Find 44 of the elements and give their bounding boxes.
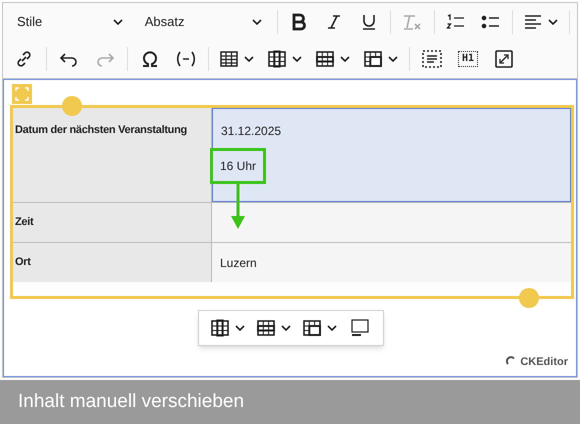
caption-text: Inhalt manuell verschieben bbox=[18, 390, 244, 414]
table-properties-icon bbox=[350, 319, 370, 337]
arrow-down bbox=[231, 182, 245, 230]
heading-button[interactable]: H1 bbox=[458, 51, 478, 67]
cell-text: Luzern bbox=[220, 254, 258, 272]
style-dropdown[interactable]: Absatz bbox=[134, 7, 272, 37]
table-cell[interactable]: 31.12.2025 16 Uhr bbox=[212, 108, 571, 202]
fullscreen-icon bbox=[494, 50, 514, 68]
merge-cells-icon bbox=[364, 50, 382, 68]
bold-icon bbox=[290, 13, 308, 31]
table-header-cell[interactable]: Zeit bbox=[13, 203, 212, 242]
style-dropdown[interactable]: Stile bbox=[7, 7, 133, 37]
caret-icon bbox=[244, 56, 254, 62]
caret-icon bbox=[281, 325, 291, 331]
show-blocks-icon bbox=[422, 50, 442, 68]
link-icon bbox=[15, 50, 33, 68]
caret-icon bbox=[252, 19, 262, 25]
caret-icon bbox=[112, 19, 123, 25]
logo-icon bbox=[506, 356, 518, 368]
caret-icon bbox=[327, 325, 337, 331]
table-cell[interactable] bbox=[212, 203, 571, 242]
highlighted-text: 16 Uhr bbox=[210, 148, 266, 184]
table-row-icon bbox=[316, 50, 334, 68]
caret-icon bbox=[388, 56, 398, 62]
merge-cells-icon bbox=[303, 319, 321, 337]
table-header-cell[interactable]: Ort bbox=[13, 243, 212, 282]
numbered-list-icon bbox=[446, 13, 466, 31]
bulleted-list-icon bbox=[480, 13, 501, 31]
caret-icon bbox=[548, 19, 558, 25]
table-column-icon bbox=[268, 50, 286, 68]
cell-text: 31.12.2025 bbox=[221, 123, 282, 140]
caret-icon bbox=[235, 325, 245, 331]
table-header-cell[interactable]: Datum der nächsten Veranstaltung bbox=[13, 108, 212, 202]
branding[interactable]: CKEditor bbox=[506, 354, 568, 370]
table-column-icon bbox=[211, 319, 229, 337]
remove-format-icon bbox=[402, 13, 422, 31]
caret-icon bbox=[340, 56, 350, 62]
caret-icon bbox=[292, 56, 302, 62]
omega-icon bbox=[140, 50, 160, 68]
table-row-icon bbox=[257, 319, 275, 337]
dash-parentheses-icon bbox=[175, 50, 197, 68]
align-left-icon bbox=[524, 13, 542, 31]
table-cell[interactable]: Luzern bbox=[212, 243, 571, 282]
table-icon bbox=[220, 50, 238, 68]
